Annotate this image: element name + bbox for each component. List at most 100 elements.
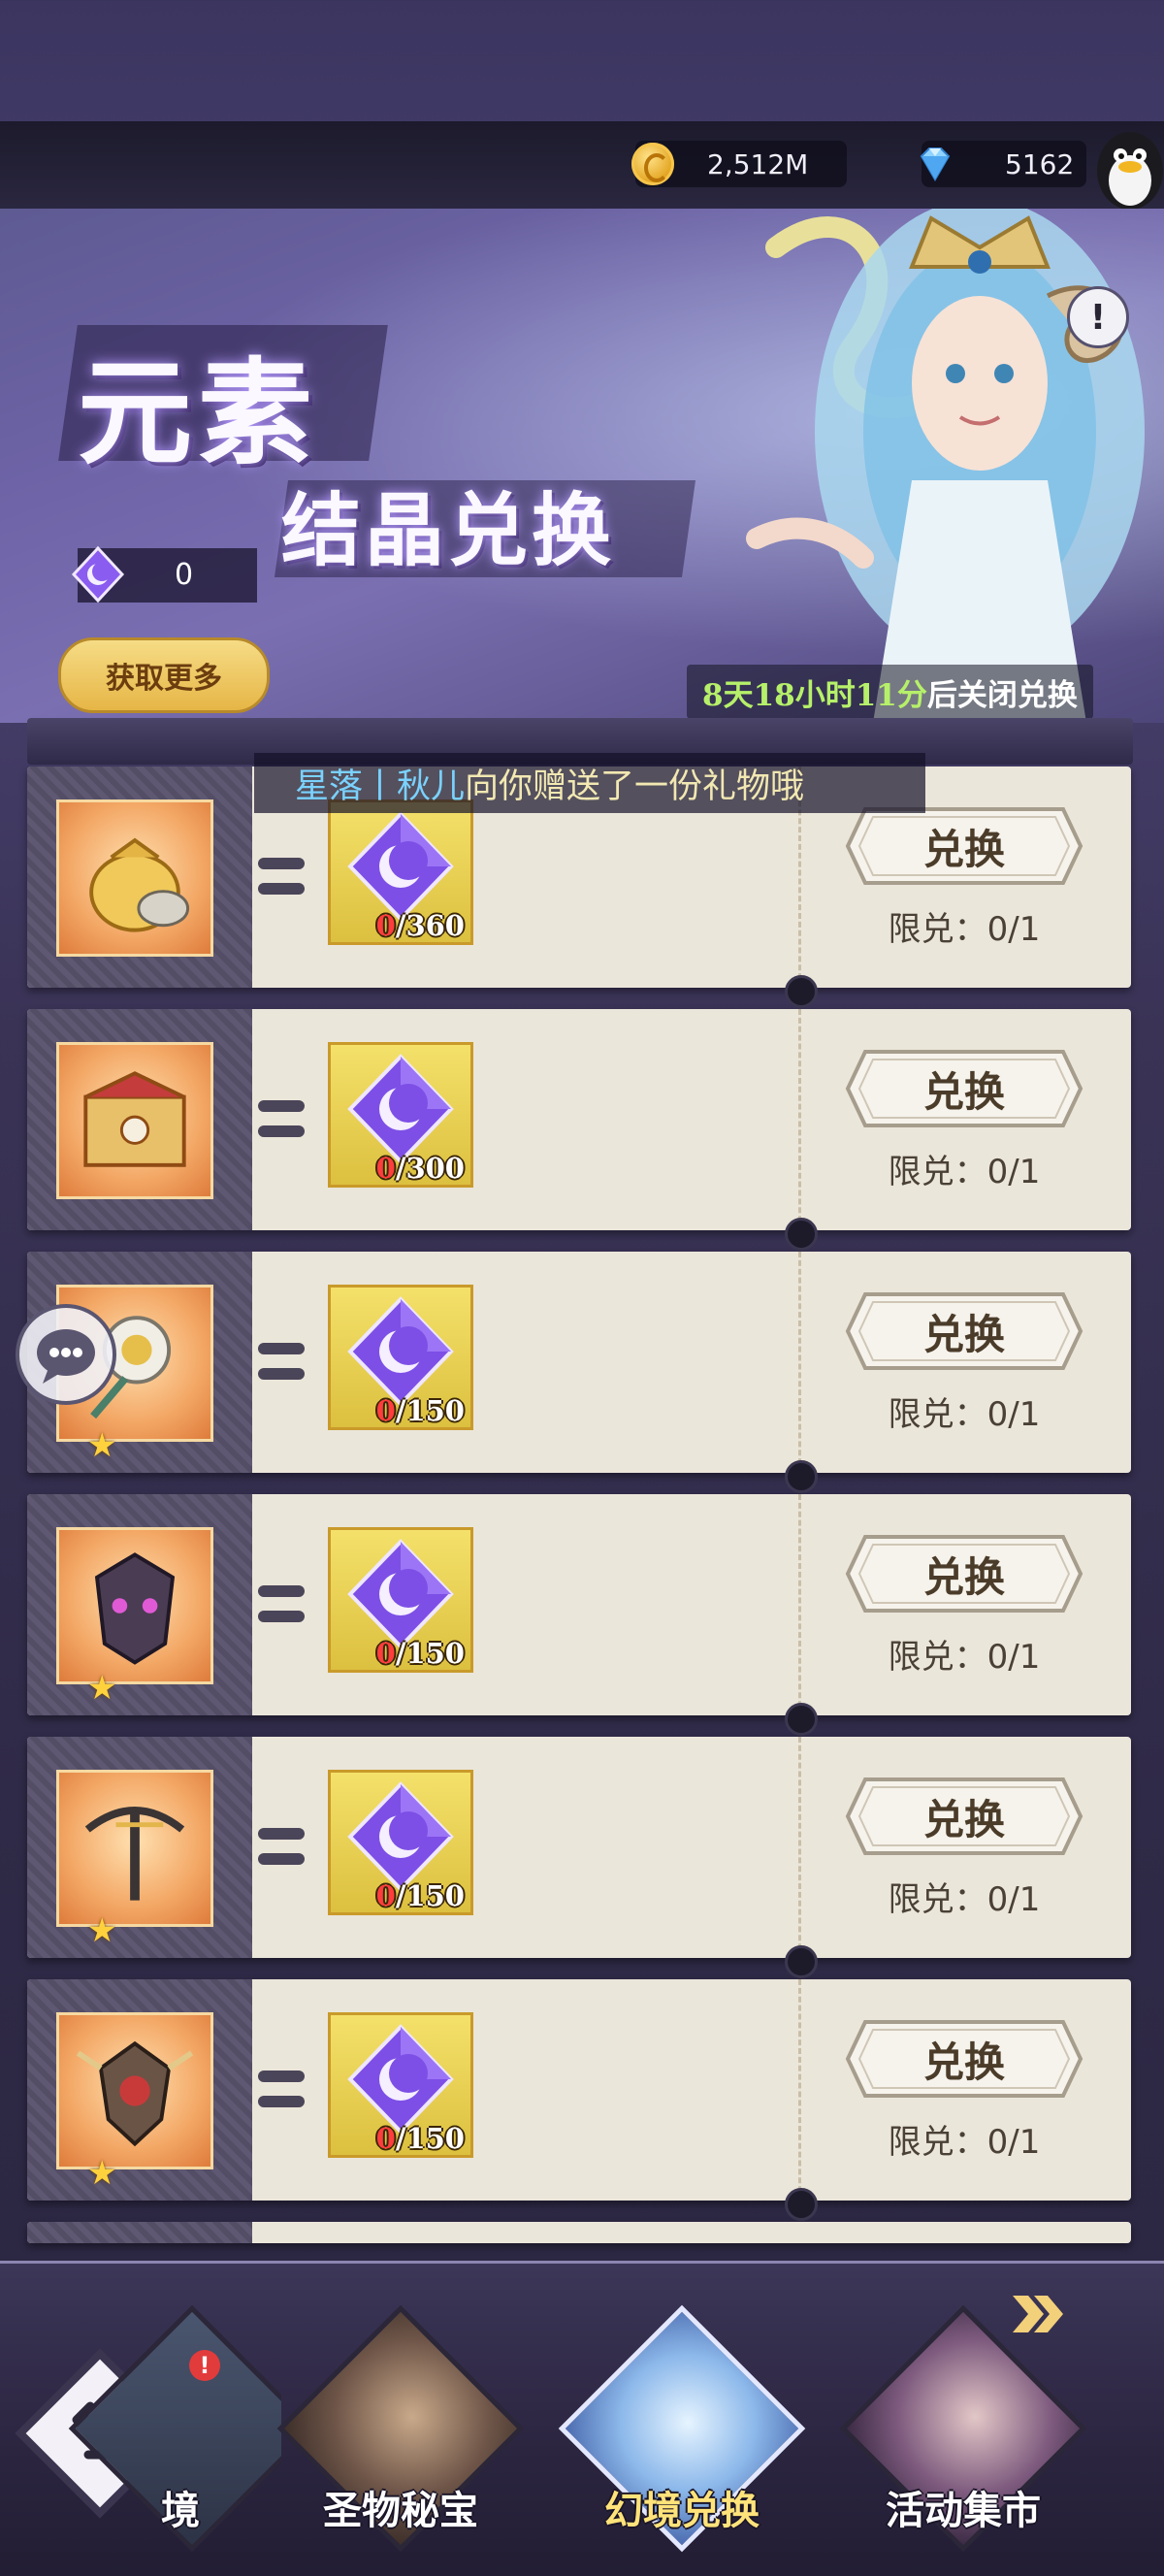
equals-icon [258,1339,305,1386]
cost-item[interactable]: 0/150 [328,1285,473,1430]
cost-item[interactable]: 0/150 [328,1770,473,1915]
cost-item[interactable]: 0/300 [328,1042,473,1188]
cost-required: /150 [395,1394,465,1427]
exchange-limit: 限兑：0/1 [888,1638,1041,1677]
cost-item[interactable]: 0/360 [328,799,473,945]
exchange-row-partial [27,2222,1131,2243]
cost-item[interactable]: 0/150 [328,2012,473,2158]
ticket-divider [798,1494,801,1715]
exchange-button-label: 兑换 [922,1067,1005,1116]
currency-bar: 2,512M 5162 [0,121,1164,211]
exchange-button[interactable]: 兑换 [844,1776,1084,1857]
cost-quantity: 0/300 [376,1152,465,1185]
exchange-limit: 限兑：0/1 [888,910,1041,949]
tab-relic-label: 圣物秘宝 [323,2488,478,2533]
equals-icon [258,1096,305,1143]
equals-icon [258,2067,305,2113]
exchange-limit: 限兑：0/1 [888,2123,1041,2162]
exchange-button-label: 兑换 [922,1310,1005,1358]
winged-shield-icon [76,2040,194,2147]
exchange-row: ★ 0/150 兑换 限兑：0/1 [27,1252,1131,1473]
countdown-time: 8天18小时11分 [702,677,927,713]
crossbow-icon [84,1807,185,1901]
element-crystal-icon [71,545,125,603]
cost-item[interactable]: 0/150 [328,1527,473,1673]
cost-owned: 0 [375,1637,396,1670]
element-crystal-icon [347,1781,454,1892]
gift-sender: 星落丨秋儿 [295,766,466,806]
scroll-right-chevron-icon[interactable] [1009,2292,1067,2336]
equals-icon [258,854,305,900]
exchange-row: ★ 0/150 兑换 限兑：0/1 [27,1979,1131,2201]
star-rating-icon: ★ [87,2154,117,2193]
element-crystal-icon [347,1539,454,1649]
tab-illusion-label: 幻境兑换 [604,2488,760,2533]
reward-item[interactable] [56,1042,213,1199]
element-crystal-icon [347,811,454,922]
demon-mask-icon [94,1552,176,1665]
exchange-row: ★ 0/150 兑换 限兑：0/1 [27,1494,1131,1715]
cost-owned: 0 [375,1394,396,1427]
divider-node [785,975,818,1008]
divider-node [785,2188,818,2221]
reward-item[interactable] [56,1770,213,1927]
star-rating-icon: ★ [87,1426,117,1465]
cost-owned: 0 [375,2122,396,2155]
reward-item[interactable] [56,1527,213,1684]
cost-quantity: 0/150 [376,1637,465,1670]
gold-coin-icon [631,143,674,185]
gold-counter[interactable]: 2,512M [631,141,847,187]
exchange-button[interactable]: 兑换 [844,1533,1084,1614]
cost-required: /150 [395,2122,465,2155]
cost-owned: 0 [375,1152,396,1185]
exchange-button[interactable]: 兑换 [844,2018,1084,2100]
element-crystal-icon [347,1054,454,1164]
qq-penguin-icon[interactable] [1086,124,1164,212]
event-banner: 元素 结晶兑换 0 获取更多 ! 8天18小时11分 后关闭兑换 [0,209,1164,723]
notification-badge: ! [189,2350,220,2381]
countdown-suffix: 后关闭兑换 [926,677,1078,713]
gift-text: 向你赠送了一份礼物哦 [465,766,805,806]
tab-illusion-exchange[interactable]: 幻境兑换 [558,2304,806,2553]
ticket-divider [798,1009,801,1230]
divider-node [785,1460,818,1493]
equals-icon [258,1581,305,1628]
exchange-button[interactable]: 兑换 [844,1290,1084,1372]
reward-item[interactable] [56,2012,213,2169]
cost-owned: 0 [375,1879,396,1912]
tab-realm-label: 境 [161,2488,200,2533]
exchange-limit: 限兑：0/1 [888,1395,1041,1434]
info-button[interactable]: ! [1067,286,1129,348]
ticket-divider [798,1737,801,1958]
element-crystal-icon [347,1296,454,1407]
tab-relic-treasure[interactable]: 圣物秘宝 [276,2304,525,2553]
exchange-button[interactable]: 兑换 [844,805,1084,887]
cost-owned: 0 [375,909,396,942]
tab-market-label: 活动集市 [886,2488,1041,2533]
cost-required: /300 [395,1152,465,1185]
ticket-divider [798,1252,801,1473]
exchange-button-label: 兑换 [922,2038,1005,2086]
divider-node [785,1218,818,1251]
banner-title-sub: 结晶兑换 [281,484,616,577]
tab-realm[interactable]: 境 [68,2304,281,2553]
diamond-icon [920,147,951,181]
reward-item[interactable] [56,799,213,957]
diamond-counter[interactable]: 5162 [920,141,1086,187]
element-crystal-icon [347,2024,454,2135]
treasure-chest-icon [83,1071,186,1167]
exchange-limit: 限兑：0/1 [888,1880,1041,1919]
get-more-button[interactable]: 获取更多 [58,637,270,713]
cost-required: /360 [395,909,465,942]
exchange-button[interactable]: 兑换 [844,1048,1084,1129]
chat-bubble-button[interactable] [16,1304,116,1405]
exchange-button-label: 兑换 [922,1795,1005,1843]
cost-quantity: 0/360 [376,909,465,942]
exchange-row: 0/300 兑换 限兑：0/1 [27,1009,1131,1230]
divider-node [785,1703,818,1736]
cost-required: /150 [395,1879,465,1912]
chat-icon [37,1329,95,1384]
crystal-balance: 0 [71,545,257,603]
item-slot-bg [27,2222,252,2243]
tab-event-market[interactable]: 活动集市 [839,2304,1087,2553]
